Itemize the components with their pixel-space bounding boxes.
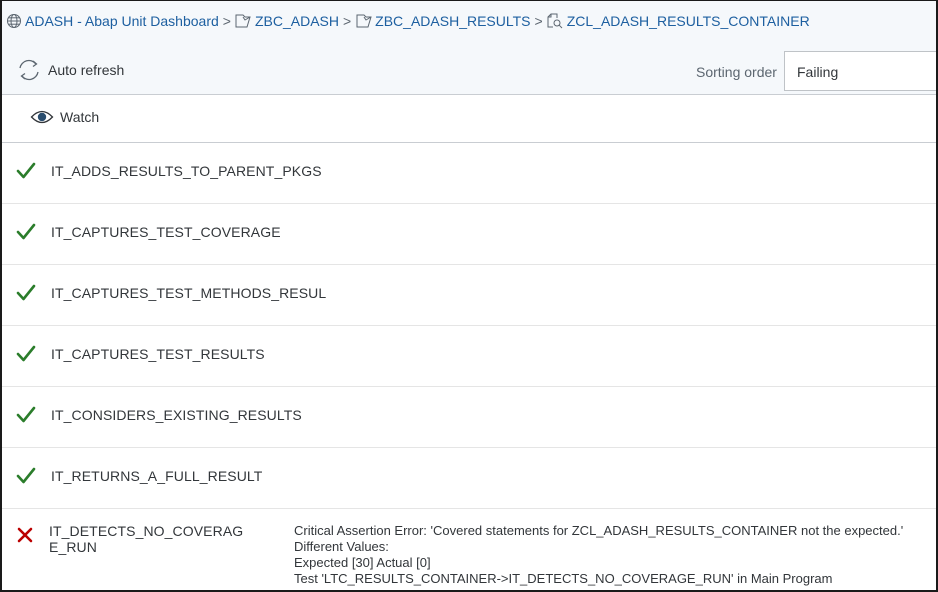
page-header: ADASH - Abap Unit Dashboard > ZBC_ADASH …	[2, 1, 936, 95]
breadcrumb: ADASH - Abap Unit Dashboard > ZBC_ADASH …	[5, 11, 810, 31]
eye-icon	[30, 109, 54, 125]
class-search-icon	[547, 13, 564, 29]
test-row-failed[interactable]: IT_DETECTS_NO_COVERAGE_RUN Critical Asse…	[2, 509, 936, 590]
check-icon	[16, 467, 36, 485]
test-row[interactable]: IT_ADDS_RESULTS_TO_PARENT_PKGS	[2, 143, 936, 204]
test-name: IT_CAPTURES_TEST_COVERAGE	[51, 224, 281, 240]
test-name: IT_RETURNS_A_FULL_RESULT	[51, 468, 263, 484]
app-window: ADASH - Abap Unit Dashboard > ZBC_ADASH …	[0, 0, 938, 592]
auto-refresh-label: Auto refresh	[48, 62, 125, 78]
sorting-order-value: Failing	[797, 64, 839, 80]
test-method-list: IT_ADDS_RESULTS_TO_PARENT_PKGS IT_CAPTUR…	[2, 143, 936, 590]
test-name: IT_DETECTS_NO_COVERAGE_RUN	[49, 523, 244, 555]
test-row[interactable]: IT_CAPTURES_TEST_RESULTS	[2, 326, 936, 387]
watch-button[interactable]: Watch	[30, 109, 99, 125]
test-name: IT_CONSIDERS_EXISTING_RESULTS	[51, 407, 302, 423]
error-message-line: Critical Assertion Error: 'Covered state…	[294, 523, 904, 538]
test-row[interactable]: IT_CAPTURES_TEST_METHODS_RESUL	[2, 265, 936, 326]
error-message-line: Different Values:	[294, 539, 389, 554]
breadcrumb-separator: >	[342, 13, 352, 29]
breadcrumb-label: ZCL_ADASH_RESULTS_CONTAINER	[566, 13, 810, 29]
check-icon	[16, 345, 36, 363]
sorting-order-label: Sorting order	[696, 64, 777, 80]
test-name: IT_ADDS_RESULTS_TO_PARENT_PKGS	[51, 163, 322, 179]
error-message: Critical Assertion Error: 'Covered state…	[294, 523, 903, 587]
test-row[interactable]: IT_RETURNS_A_FULL_RESULT	[2, 448, 936, 509]
breadcrumb-separator: >	[534, 13, 543, 29]
check-icon	[16, 162, 36, 180]
error-message-line: Expected [30] Actual [0]	[294, 555, 431, 570]
watch-label: Watch	[60, 109, 100, 125]
globe-icon	[5, 13, 22, 29]
error-message-line: Test 'LTC_RESULTS_CONTAINER->IT_DETECTS_…	[294, 571, 833, 586]
auto-refresh-button[interactable]: Auto refresh	[16, 58, 124, 82]
breadcrumb-label: ZBC_ADASH	[254, 13, 339, 29]
breadcrumb-item-package[interactable]: ZBC_ADASH	[235, 13, 339, 29]
watch-bar: Watch	[2, 95, 936, 143]
toolbar: Auto refresh Sorting order Failing	[2, 47, 936, 94]
breadcrumb-label: ZBC_ADASH_RESULTS	[375, 13, 531, 29]
breadcrumb-separator: >	[222, 13, 231, 29]
package-icon	[355, 13, 372, 29]
breadcrumb-item-class[interactable]: ZCL_ADASH_RESULTS_CONTAINER	[547, 13, 810, 29]
test-name: IT_CAPTURES_TEST_RESULTS	[51, 346, 265, 362]
check-icon	[16, 406, 36, 424]
refresh-icon	[16, 58, 42, 82]
breadcrumb-item-subpackage[interactable]: ZBC_ADASH_RESULTS	[355, 13, 531, 29]
check-icon	[16, 284, 36, 302]
test-row[interactable]: IT_CAPTURES_TEST_COVERAGE	[2, 204, 936, 265]
test-name: IT_CAPTURES_TEST_METHODS_RESUL	[51, 285, 327, 301]
check-icon	[16, 223, 36, 241]
breadcrumb-item-dashboard[interactable]: ADASH - Abap Unit Dashboard	[5, 13, 219, 29]
package-icon	[235, 13, 252, 29]
sorting-order-select[interactable]: Failing	[784, 51, 936, 91]
error-x-icon	[16, 526, 36, 544]
breadcrumb-label: ADASH - Abap Unit Dashboard	[25, 13, 219, 29]
test-row[interactable]: IT_CONSIDERS_EXISTING_RESULTS	[2, 387, 936, 448]
